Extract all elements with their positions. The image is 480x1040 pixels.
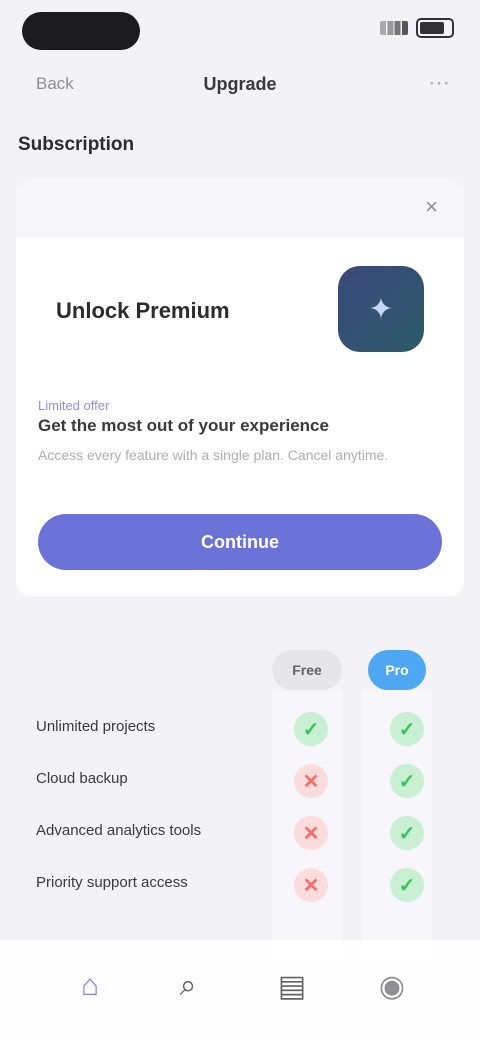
feature-row: Priority support access ✕ ✓: [32, 860, 464, 912]
check-icon: ✓: [390, 816, 424, 850]
check-icon: ✓: [294, 712, 328, 746]
profile-icon[interactable]: ◉: [362, 956, 422, 1016]
cross-icon: ✕: [294, 764, 328, 798]
continue-button[interactable]: Continue: [38, 514, 442, 570]
battery-icon: [416, 18, 454, 38]
feature-row: Unlimited projects ✓ ✓: [32, 704, 464, 756]
time-pill: [22, 12, 140, 50]
feature-label: Cloud backup: [36, 770, 128, 787]
cross-icon: ✕: [294, 816, 328, 850]
nav-bar: Back Upgrade ⋯: [0, 60, 480, 110]
promo-card: × Unlock Premium ✦ Limited offer Get the…: [16, 178, 464, 596]
product-name: Unlock Premium: [56, 298, 230, 323]
tab-bar: ⌂ ⌕ ▤ ◉: [0, 940, 480, 1040]
check-icon: ✓: [390, 764, 424, 798]
app-icon: ✦: [338, 266, 424, 352]
status-bar: [0, 0, 480, 60]
search-icon[interactable]: ⌕: [158, 956, 218, 1016]
promo-headline: Get the most out of your experience: [38, 416, 329, 435]
close-icon[interactable]: ×: [425, 194, 438, 220]
home-icon[interactable]: ⌂: [60, 956, 120, 1016]
promo-body: Access every feature with a single plan.…: [38, 447, 389, 463]
feature-comparison: Free Pro Unlimited projects ✓ ✓ Cloud ba…: [16, 640, 464, 960]
promo-kicker: Limited offer: [38, 398, 110, 413]
feature-row: Advanced analytics tools ✕ ✓: [32, 808, 464, 860]
library-icon[interactable]: ▤: [262, 956, 322, 1016]
cross-icon: ✕: [294, 868, 328, 902]
signal-icon: [380, 21, 408, 35]
check-icon: ✓: [390, 868, 424, 902]
section-title: Subscription: [18, 134, 135, 155]
feature-label: Unlimited projects: [36, 718, 156, 735]
pro-plan-tab[interactable]: Pro: [368, 650, 426, 690]
free-plan-tab[interactable]: Free: [272, 650, 342, 690]
feature-row: Cloud backup ✕ ✓: [32, 756, 464, 808]
ellipsis-icon[interactable]: ⋯: [428, 70, 450, 96]
feature-label: Priority support access: [36, 874, 188, 891]
check-icon: ✓: [390, 712, 424, 746]
status-icons: [380, 18, 454, 38]
card-header: ×: [16, 178, 464, 238]
page-title: Upgrade: [203, 74, 277, 94]
feature-label: Advanced analytics tools: [36, 822, 202, 839]
